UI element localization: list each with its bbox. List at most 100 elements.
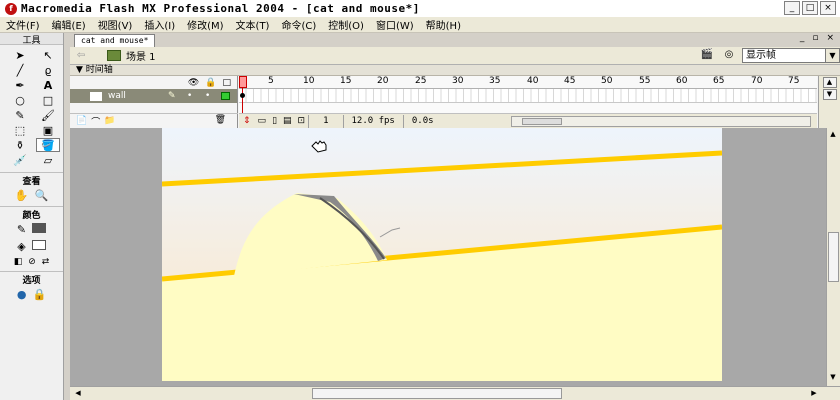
brush-tool-icon[interactable]: 🖌 [36,108,60,122]
stage-area[interactable] [70,128,826,386]
doc-close-button[interactable]: × [826,33,834,43]
add-guide-icon[interactable]: ⌒ [91,115,100,128]
scroll-down-icon[interactable]: ▼ [822,89,837,100]
edit-symbol-icon[interactable]: ◎ [720,49,738,63]
menu-edit[interactable]: 编辑(E) [46,17,92,32]
fill-transform-tool-icon[interactable]: ▣ [36,123,60,137]
title-bar: f Macromedia Flash MX Professional 2004 … [0,0,840,17]
pencil-tool-icon[interactable]: ✎ [8,108,32,122]
menu-commands[interactable]: 命令(C) [275,17,322,32]
insert-folder-icon[interactable]: 📁 [104,116,115,126]
options-tools: ● 🔒 [0,286,63,303]
layer-row-wall[interactable]: wall ✎ • • [70,89,237,103]
trash-icon[interactable]: 🗑 [215,115,226,125]
toolbox-header: 工具 [0,33,63,46]
keyframe-dot[interactable] [240,93,245,98]
menu-bar: 文件(F) 编辑(E) 视图(V) 插入(I) 修改(M) 文本(T) 命令(C… [0,17,840,33]
doc-restore-button[interactable]: ▫ [812,33,818,43]
stage-canvas[interactable] [162,128,722,381]
ruler-number: 25 [415,76,427,86]
scene-label[interactable]: 场景 1 [126,48,156,63]
scroll-left-icon[interactable]: ◀ [72,388,84,399]
no-color-icon[interactable]: ⊘ [28,257,36,267]
center-frame-icon[interactable]: ⇕ [239,116,255,126]
document-window: cat and mouse* _ ▫ × ⇦ 场景 1 🎬 ◎ 显示帧 ▼ ▼ … [70,33,840,400]
text-tool-icon[interactable]: A [36,78,60,92]
frame-rate[interactable]: 12.0 fps [342,114,403,128]
oval-tool-icon[interactable]: ○ [8,93,32,107]
insert-layer-icon[interactable]: 📄 [76,116,87,126]
rectangle-tool-icon[interactable]: □ [36,93,60,107]
swap-colors-icon[interactable]: ⇄ [42,257,50,267]
menu-window[interactable]: 窗口(W) [370,17,420,32]
doc-minimize-button[interactable]: _ [800,33,805,43]
timeline-vscroll[interactable]: ▲ ▼ [818,76,840,128]
scroll-down-icon[interactable]: ▼ [827,372,839,383]
hand-tool-icon[interactable]: ✋ [15,189,29,202]
menu-insert[interactable]: 插入(I) [138,17,181,32]
close-button[interactable]: × [820,1,836,15]
edit-pencil-icon: ✎ [168,91,176,101]
lasso-tool-icon[interactable]: ϱ [36,63,60,77]
onion-outline-icon[interactable]: ▯ [269,116,280,126]
frame-ruler[interactable]: 1 5 10 15 20 25 30 35 40 45 50 55 60 65 … [239,76,817,89]
frame-row-wall[interactable] [239,89,817,103]
zoom-tool-icon[interactable]: 🔍 [35,189,49,202]
edit-scene-icon[interactable]: 🎬 [698,49,716,63]
timeline-hscroll[interactable] [511,116,811,127]
scroll-up-icon[interactable]: ▲ [827,129,839,140]
visibility-dot[interactable]: • [187,91,192,101]
menu-file[interactable]: 文件(F) [0,17,46,32]
minimize-button[interactable]: _ [784,1,800,15]
eraser-tool-icon[interactable]: ▱ [36,153,60,167]
default-colors-icon[interactable]: ◧ [14,257,23,267]
modify-markers-icon[interactable]: ⊡ [295,116,309,126]
subselect-tool-icon[interactable]: ↖ [36,48,60,62]
lock-dot[interactable]: • [205,91,210,101]
menu-help[interactable]: 帮助(H) [420,17,467,32]
back-arrow-icon[interactable]: ⇦ [70,50,92,61]
onion-skin-icon[interactable]: ▭ [255,116,270,126]
arrow-tool-icon[interactable]: ➤ [8,48,32,62]
chevron-down-icon: ▼ [825,49,839,62]
eyedropper-tool-icon[interactable]: 💉 [8,153,32,167]
playhead[interactable] [239,76,247,88]
document-tab[interactable]: cat and mouse* [74,34,156,47]
scene-icon [107,50,121,61]
timeline-header[interactable]: ▼ 时间轴 [70,65,840,76]
stage-hscroll[interactable]: ◀ ▶ [70,386,840,400]
frame-status-bar: ⇕ ▭ ▯ ▤ ⊡ 1 12.0 fps 0.0s [239,113,817,128]
layer-name[interactable]: wall [108,91,126,101]
zoom-select[interactable]: 显示帧 ▼ [742,48,840,63]
menu-text[interactable]: 文本(T) [230,17,276,32]
scroll-right-icon[interactable]: ▶ [808,388,820,399]
lock-fill-icon[interactable]: 🔒 [32,288,46,301]
edit-multiple-icon[interactable]: ▤ [280,116,295,126]
fill-color-swatch[interactable] [31,240,46,250]
maximize-button[interactable]: □ [802,1,818,15]
paint-bucket-tool-icon[interactable]: 🪣 [36,138,60,152]
stage-vscroll-thumb[interactable] [828,232,839,282]
eye-icon[interactable]: 👁 [188,78,199,88]
lock-icon[interactable]: 🔒 [205,78,216,88]
ruler-number: 45 [564,76,576,86]
menu-view[interactable]: 视图(V) [92,17,139,32]
timeline-hscroll-thumb[interactable] [522,118,562,125]
ink-bottle-tool-icon[interactable]: ⚱ [8,138,32,152]
free-transform-tool-icon[interactable]: ⬚ [8,123,32,137]
outline-icon[interactable]: □ [222,78,231,88]
menu-modify[interactable]: 修改(M) [181,17,229,32]
outline-color-box[interactable] [221,92,230,100]
scroll-up-icon[interactable]: ▲ [822,77,837,88]
fill-bucket-icon: ◈ [17,240,26,253]
window-title: Macromedia Flash MX Professional 2004 - … [21,2,420,15]
layer-panel: 👁 🔒 □ wall ✎ • • 📄 ⌒ 📁 🗑 [70,76,238,128]
line-tool-icon[interactable]: ╱ [8,63,32,77]
gap-size-icon[interactable]: ● [17,288,27,301]
stroke-color-swatch[interactable] [32,223,47,233]
pen-tool-icon[interactable]: ✒ [8,78,32,92]
menu-control[interactable]: 控制(O) [322,17,370,32]
stage-hscroll-thumb[interactable] [312,388,562,399]
ruler-number: 65 [713,76,725,86]
stage-vscroll[interactable]: ▲ ▼ [826,128,840,386]
